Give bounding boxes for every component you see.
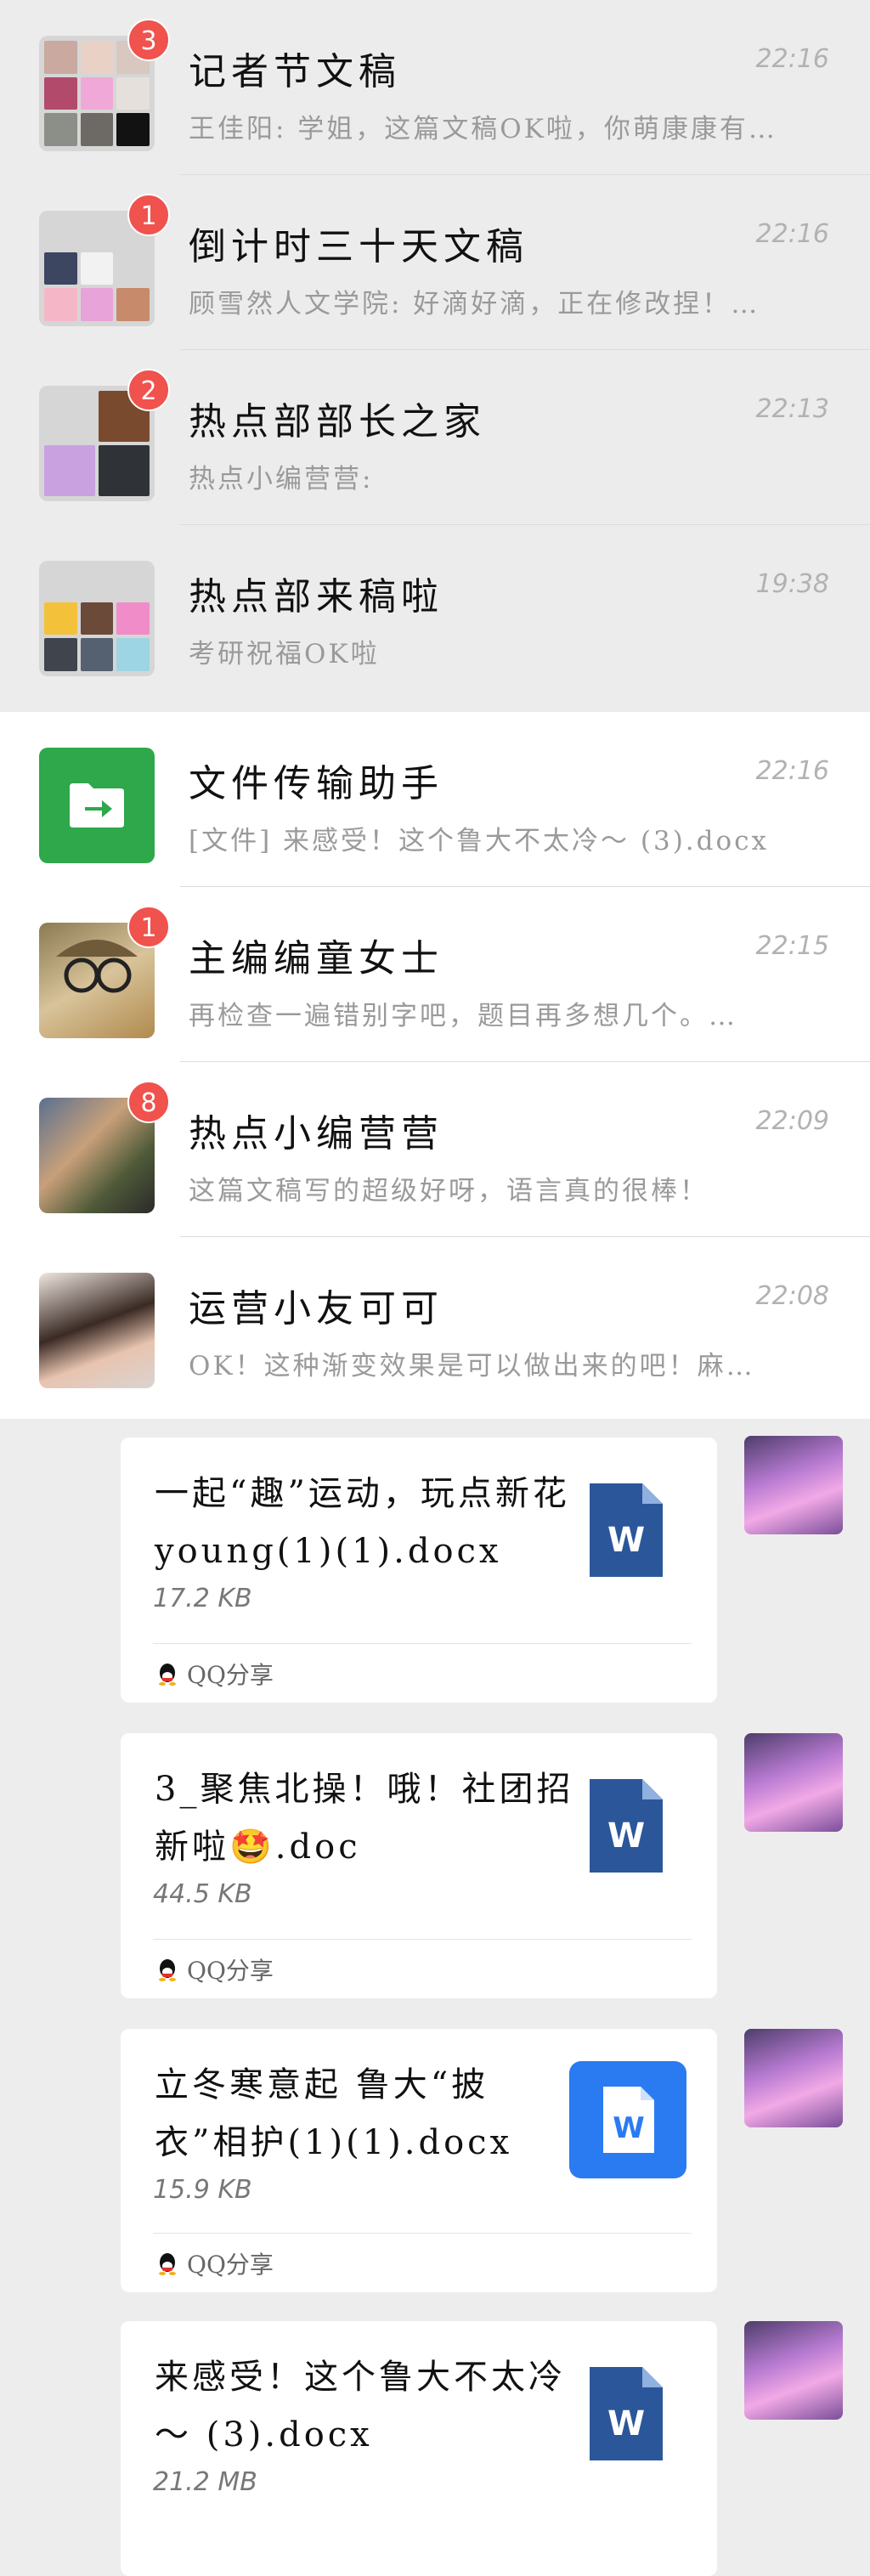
divider	[153, 2233, 692, 2234]
file-transfer-icon	[39, 748, 155, 863]
word-icon: W	[590, 1483, 663, 1577]
chat-preview: [文件] 来感受！这个鲁大不太冷～ (3).docx	[189, 826, 770, 856]
file-size: 17.2 KB	[153, 1584, 252, 1613]
avatar	[39, 1273, 155, 1388]
unread-badge: 2	[127, 369, 170, 411]
chat-item-jizhejie[interactable]: 3 记者节文稿 22:16 王佳阳: 学姐，这篇文稿OK啦，你萌康康有…	[0, 0, 870, 175]
share-source-label: QQ分享	[187, 2251, 274, 2279]
chat-preview: 这篇文稿写的超级好呀，语言真的很棒！	[189, 1176, 709, 1206]
file-message-card[interactable]: 3_聚焦北操！哦！社团招新啦🤩.doc W 44.5 KB QQ分享	[121, 1733, 717, 1998]
unread-badge: 1	[127, 194, 170, 236]
chat-item-daojishi[interactable]: 1 倒计时三十天文稿 22:16 顾雪然人文学院: 好滴好滴，正在修改捏！…	[0, 175, 870, 350]
chat-preview: 考研祝福OK啦	[189, 639, 380, 669]
chat-preview: OK！这种渐变效果是可以做出来的吧！麻…	[189, 1351, 755, 1381]
file-name: 来感受！这个鲁大不太冷～ (3).docx	[155, 2358, 566, 2455]
share-source: QQ分享	[155, 2246, 274, 2280]
file-name: 3_聚焦北操！哦！社团招新啦🤩.doc	[155, 1770, 574, 1867]
divider	[153, 1643, 692, 1644]
chat-time: 22:16	[755, 44, 829, 74]
file-message-card[interactable]: 来感受！这个鲁大不太冷～ (3).docx W 21.2 MB	[121, 2321, 717, 2576]
chat-item-file-transfer[interactable]: 文件传输助手 22:16 [文件] 来感受！这个鲁大不太冷～ (3).docx	[0, 712, 870, 887]
file-message-card[interactable]: 一起“趣”运动，玩点新花young(1)(1).docx W 17.2 KB Q…	[121, 1438, 717, 1703]
chat-time: 22:15	[755, 931, 829, 961]
word-icon: W	[590, 2367, 663, 2460]
unread-badge: 1	[127, 906, 170, 948]
sender-avatar[interactable]	[744, 2029, 843, 2127]
sender-avatar[interactable]	[744, 1733, 843, 1832]
chat-time: 22:16	[755, 219, 829, 249]
chat-title: 倒计时三十天文稿	[189, 225, 528, 268]
chat-time: 22:08	[755, 1281, 829, 1311]
share-source-label: QQ分享	[187, 1957, 274, 1985]
chat-item-zhubian[interactable]: 1 主编编童女士 22:15 再检查一遍错别字吧，题目再多想几个。…	[0, 887, 870, 1062]
chat-title: 运营小友可可	[189, 1287, 443, 1330]
qq-icon	[159, 1664, 176, 1686]
group-avatar	[39, 561, 155, 676]
chat-item-redian-xiaobian[interactable]: 8 热点小编营营 22:09 这篇文稿写的超级好呀，语言真的很棒！	[0, 1062, 870, 1237]
svg-text:W: W	[613, 2111, 645, 2145]
chat-preview: 王佳阳: 学姐，这篇文稿OK啦，你萌康康有…	[189, 114, 777, 144]
chat-item-redian-laigao[interactable]: 热点部来稿啦 19:38 考研祝福OK啦	[0, 525, 870, 712]
chat-title: 记者节文稿	[189, 50, 401, 93]
share-source: QQ分享	[155, 1657, 274, 1691]
chat-preview: 再检查一遍错别字吧，题目再多想几个。…	[189, 1001, 737, 1031]
svg-text:W: W	[607, 1521, 645, 1560]
qq-icon	[159, 1959, 176, 1981]
share-source-label: QQ分享	[187, 1661, 274, 1689]
chat-title: 文件传输助手	[189, 762, 443, 805]
file-size: 44.5 KB	[153, 1879, 252, 1909]
divider	[153, 1939, 692, 1940]
chat-title: 热点小编营营	[189, 1112, 443, 1155]
chat-title: 热点部部长之家	[189, 400, 486, 443]
chat-time: 22:16	[755, 756, 829, 786]
file-size: 21.2 MB	[153, 2467, 257, 2497]
unread-badge: 8	[127, 1081, 170, 1123]
chat-time: 22:13	[755, 394, 829, 424]
word-icon: W	[590, 1779, 663, 1873]
share-source: QQ分享	[155, 1952, 274, 1986]
sender-avatar[interactable]	[744, 1436, 843, 1534]
file-size: 15.9 KB	[153, 2175, 252, 2205]
chat-time: 22:09	[755, 1106, 829, 1136]
chat-item-yunying[interactable]: 运营小友可可 22:08 OK！这种渐变效果是可以做出来的吧！麻…	[0, 1237, 870, 1419]
sender-avatar[interactable]	[744, 2321, 843, 2420]
file-name: 立冬寒意起 鲁大“披衣”相护(1)(1).docx	[155, 2065, 513, 2162]
chat-time: 19:38	[755, 569, 829, 599]
file-message-card[interactable]: 立冬寒意起 鲁大“披衣”相护(1)(1).docx W 15.9 KB QQ分享	[121, 2029, 717, 2292]
chat-preview: 热点小编营营:	[189, 464, 374, 494]
chat-preview: 顾雪然人文学院: 好滴好滴，正在修改捏！…	[189, 289, 760, 319]
chat-title: 主编编童女士	[189, 937, 443, 980]
file-name: 一起“趣”运动，玩点新花young(1)(1).docx	[155, 1474, 570, 1571]
chat-item-redian-buzhang[interactable]: 2 热点部部长之家 22:13 热点小编营营:	[0, 350, 870, 525]
word-square-icon: W	[569, 2061, 686, 2178]
svg-text:W: W	[607, 2404, 645, 2443]
unread-badge: 3	[127, 19, 170, 61]
chat-title: 热点部来稿啦	[189, 575, 443, 619]
svg-text:W: W	[607, 1816, 645, 1856]
qq-icon	[159, 2253, 176, 2275]
